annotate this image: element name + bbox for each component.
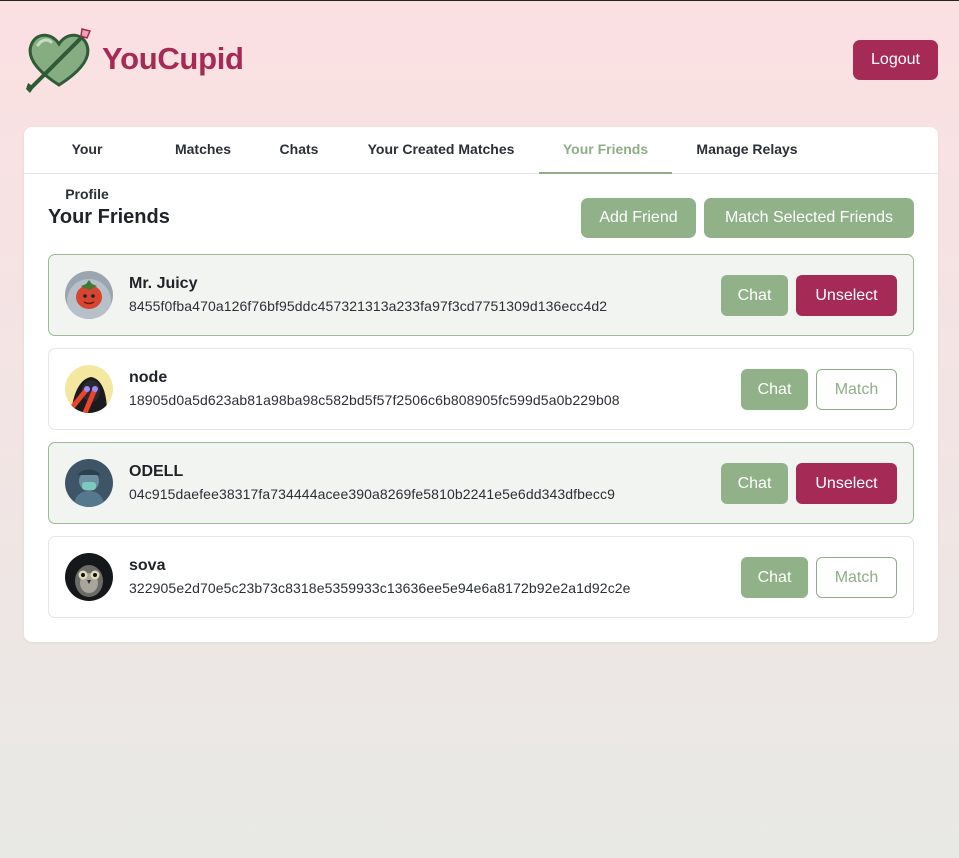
laser-eyes-avatar xyxy=(65,365,113,413)
tab-chats[interactable]: Chats xyxy=(279,127,319,174)
chat-button[interactable]: Chat xyxy=(721,463,788,504)
tomato-avatar xyxy=(65,271,113,319)
add-friend-button[interactable]: Add Friend xyxy=(581,198,696,238)
owl-avatar xyxy=(65,553,113,601)
chat-button[interactable]: Chat xyxy=(741,369,808,410)
friend-name: sova xyxy=(129,557,166,574)
match-button[interactable]: Match xyxy=(816,369,897,410)
chat-button[interactable]: Chat xyxy=(741,557,808,598)
app-name: YouCupid xyxy=(102,41,244,76)
match-selected-friends-button[interactable]: Match Selected Friends xyxy=(704,198,914,238)
tab-your-profile[interactable]: Your Profile xyxy=(48,127,126,202)
tab-your-created-matches[interactable]: Your Created Matches xyxy=(366,127,516,174)
friend-card[interactable]: Mr. Juicy 8455f0fba470a126f76bf95ddc4573… xyxy=(48,254,914,336)
friend-pubkey: 8455f0fba470a126f76bf95ddc457321313a233f… xyxy=(129,298,608,314)
friend-name: ODELL xyxy=(129,463,184,480)
chat-button[interactable]: Chat xyxy=(721,275,788,316)
header: YouCupid Logout xyxy=(0,1,959,119)
tab-matches[interactable]: Matches xyxy=(174,127,232,174)
friend-pubkey: 18905d0a5d623ab81a98ba98c582bd5f57f2506c… xyxy=(129,392,620,408)
unselect-button[interactable]: Unselect xyxy=(796,463,897,504)
section-title: Your Friends xyxy=(48,206,170,228)
friend-pubkey: 04c915daefee38317fa734444acee390a8269fe5… xyxy=(129,486,615,502)
heart-arrow-logo-icon xyxy=(26,28,92,93)
match-button[interactable]: Match xyxy=(816,557,897,598)
friend-name: Mr. Juicy xyxy=(129,275,198,292)
tab-manage-relays[interactable]: Manage Relays xyxy=(695,127,799,174)
tab-your-friends[interactable]: Your Friends xyxy=(539,127,672,174)
masked-person-avatar xyxy=(65,459,113,507)
friend-card[interactable]: ODELL 04c915daefee38317fa734444acee390a8… xyxy=(48,442,914,524)
main-panel: Your Profile Matches Chats Your Created … xyxy=(24,127,938,642)
friend-card[interactable]: node 18905d0a5d623ab81a98ba98c582bd5f57f… xyxy=(48,348,914,430)
friend-card[interactable]: sova 322905e2d70e5c23b73c8318e5359933c13… xyxy=(48,536,914,618)
friend-pubkey: 322905e2d70e5c23b73c8318e5359933c13636ee… xyxy=(129,580,631,596)
friend-name: node xyxy=(129,369,168,386)
unselect-button[interactable]: Unselect xyxy=(796,275,897,316)
logout-button[interactable]: Logout xyxy=(853,40,938,80)
tab-bar: Your Profile Matches Chats Your Created … xyxy=(24,127,938,202)
